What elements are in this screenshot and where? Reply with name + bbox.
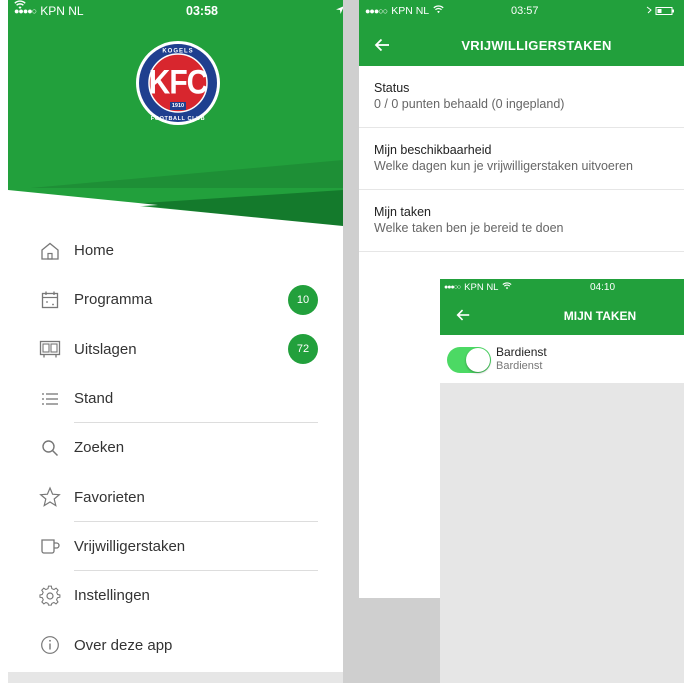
row-title: Mijn beschikbaarheid: [374, 143, 492, 157]
status-time: 04:10: [590, 281, 616, 293]
menu-item-over-deze-app[interactable]: Over deze app: [8, 620, 343, 669]
volunteer-status-bar: ●●●○○ KPN NL 03:57: [365, 0, 680, 22]
menu-item-uitslagen[interactable]: Uitslagen 72: [8, 325, 343, 374]
logo-letters: KFC: [148, 63, 209, 102]
search-icon: [38, 436, 62, 460]
menu-item-instellingen[interactable]: Instellingen: [8, 571, 343, 620]
signal-icon: ●●●○○: [444, 283, 461, 291]
wifi-icon: [433, 5, 444, 17]
row-title: Status: [374, 81, 410, 95]
menu-item-zoeken[interactable]: Zoeken: [8, 423, 343, 472]
menu-label-uitslagen: Uitslagen: [74, 340, 137, 358]
task-subtitle: Bardienst: [496, 360, 543, 372]
toggle-knob: [466, 348, 490, 372]
battery-icon: [646, 6, 676, 19]
task-item: Bardienst Bardienst: [440, 335, 684, 383]
bardienst-toggle[interactable]: [447, 347, 491, 373]
menu-label-vrijwilligerstaken: Vrijwilligerstaken: [74, 537, 186, 555]
drawer-header: ●●●●○ KPN NL 03:58 KOGELS FOOTBALL CLUB …: [8, 0, 343, 232]
navigation-drawer: ●●●●○ KPN NL 03:58 KOGELS FOOTBALL CLUB …: [8, 0, 343, 683]
menu-label-zoeken: Zoeken: [74, 439, 125, 457]
menu-label-programma: Programma: [74, 291, 153, 309]
scoreboard-icon: [38, 337, 62, 361]
my-tasks-screen: ●●●○○ KPN NL 04:10 MIJN TAKEN Bardienst …: [440, 279, 684, 683]
status-time: 03:58: [186, 4, 218, 18]
menu-item-programma[interactable]: Programma 10: [8, 275, 343, 324]
club-logo: KOGELS FOOTBALL CLUB KFC 1910: [135, 40, 221, 126]
signal-icon: ●●●○○: [365, 6, 388, 16]
screenshot-collage: ●●●●○ KPN NL 03:58 KOGELS FOOTBALL CLUB …: [0, 0, 684, 683]
menu-label-instellingen: Instellingen: [74, 587, 150, 605]
svg-text:FOOTBALL CLUB: FOOTBALL CLUB: [151, 116, 205, 122]
status-row[interactable]: Status 0 / 0 punten behaald (0 ingepland…: [359, 66, 684, 128]
status-time: 03:57: [511, 5, 539, 17]
my-tasks-title: MIJN TAKEN: [563, 309, 637, 323]
menu-label-home: Home: [74, 242, 115, 260]
my-tasks-row[interactable]: Mijn taken Welke taken ben je bereid te …: [359, 190, 684, 252]
volunteer-title: VRIJWILLIGERSTAKEN: [461, 38, 612, 53]
drawer-bottom-edge: [8, 672, 343, 683]
menu-item-stand[interactable]: Stand: [8, 374, 343, 423]
volunteer-app-bar: ●●●○○ KPN NL 03:57 VRIJWILLIGERSTAKEN: [359, 0, 684, 66]
menu-item-vrijwilligerstaken[interactable]: Vrijwilligerstaken: [8, 522, 343, 571]
availability-row[interactable]: Mijn beschikbaarheid Welke dagen kun je …: [359, 128, 684, 190]
menu-label-over-deze-app: Over deze app: [74, 636, 173, 654]
wifi-icon: [502, 281, 513, 293]
home-icon: [38, 239, 62, 263]
cup-icon: [38, 534, 62, 558]
task-title: Bardienst: [496, 345, 547, 359]
programma-count-badge: 10: [288, 284, 318, 315]
carrier-label: KPN NL: [464, 281, 499, 293]
menu-label-favorieten: Favorieten: [74, 488, 145, 506]
row-subtitle: 0 / 0 punten behaald (0 ingepland): [374, 97, 565, 111]
uitslagen-count-badge: 72: [288, 334, 318, 365]
calendar-icon: [38, 288, 62, 312]
menu-label-stand: Stand: [74, 390, 114, 408]
row-subtitle: Welke dagen kun je vrijwilligerstaken ui…: [374, 159, 633, 173]
my-tasks-status-bar: ●●●○○ KPN NL 04:10: [444, 279, 680, 295]
gear-icon: [38, 584, 62, 608]
menu-item-favorieten[interactable]: Favorieten: [8, 472, 343, 521]
carrier-label: KPN NL: [391, 5, 430, 17]
my-tasks-app-bar: ●●●○○ KPN NL 04:10 MIJN TAKEN: [440, 279, 684, 335]
drawer-status-bar: ●●●●○ KPN NL 03:58: [14, 0, 343, 22]
logo-year: 1910: [170, 102, 186, 110]
list-icon: [38, 387, 62, 411]
star-icon: [38, 485, 62, 509]
row-title: Mijn taken: [374, 205, 431, 219]
menu-item-home[interactable]: Home: [8, 226, 343, 275]
carrier-label: KPN NL: [40, 4, 84, 18]
drawer-menu: Home Programma 10 Uitslagen 72 Stand Zoe…: [8, 226, 343, 670]
row-subtitle: Welke taken ben je bereid te doen: [374, 221, 564, 235]
svg-text:KOGELS: KOGELS: [162, 49, 193, 55]
info-icon: [38, 633, 62, 657]
